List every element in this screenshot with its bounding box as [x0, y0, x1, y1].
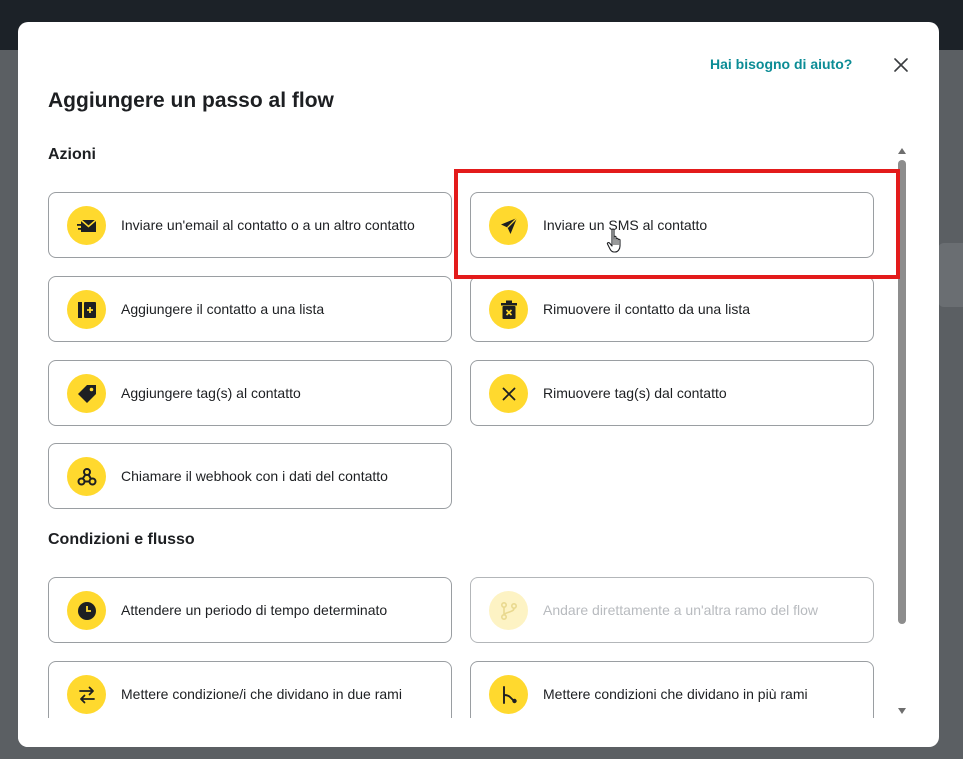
x-icon — [489, 374, 528, 413]
scrollbar-thumb[interactable] — [898, 160, 906, 624]
section-title-actions: Azioni — [48, 146, 96, 163]
step-card-label: Mettere condizione/i che dividano in due… — [121, 686, 402, 702]
close-button[interactable] — [890, 54, 912, 76]
step-card-label: Rimuovere tag(s) dal contatto — [543, 385, 727, 401]
tag-icon — [67, 374, 106, 413]
step-card-add-to-list[interactable]: Aggiungere il contatto a una lista — [48, 276, 452, 342]
email-send-icon — [67, 206, 106, 245]
step-card-label: Aggiungere il contatto a una lista — [121, 301, 325, 317]
scrollbar[interactable] — [895, 148, 909, 714]
webhook-icon — [67, 457, 106, 496]
multi-branch-icon — [489, 675, 528, 714]
modal-bottom-padding — [18, 718, 898, 747]
step-card-label: Inviare un'email al contatto o a un altr… — [121, 217, 415, 233]
step-card-send-email[interactable]: Inviare un'email al contatto o a un altr… — [48, 192, 452, 258]
section-title-conditions: Condizioni e flusso — [48, 531, 195, 548]
step-card-label: Rimuovere il contatto da una lista — [543, 301, 750, 317]
paper-plane-icon — [489, 206, 528, 245]
add-to-list-icon — [67, 290, 106, 329]
step-card-add-tags[interactable]: Aggiungere tag(s) al contatto — [48, 360, 452, 426]
close-icon — [894, 58, 908, 72]
step-card-label: Mettere condizioni che dividano in più r… — [543, 686, 808, 702]
step-card-send-sms[interactable]: Inviare un SMS al contatto — [470, 192, 874, 258]
remove-from-list-icon — [489, 290, 528, 329]
step-card-wait[interactable]: Attendere un periodo di tempo determinat… — [48, 577, 452, 643]
branch-jump-icon — [489, 591, 528, 630]
step-card-label: Aggiungere tag(s) al contatto — [121, 385, 301, 401]
step-card-label: Attendere un periodo di tempo determinat… — [121, 602, 388, 618]
step-card-go-to-branch: Andare direttamente a un'altra ramo del … — [470, 577, 874, 643]
step-card-webhook[interactable]: Chiamare il webhook con i dati del conta… — [48, 443, 452, 509]
modal-title: Aggiungere un passo al flow — [48, 89, 334, 112]
step-card-label: Inviare un SMS al contatto — [543, 217, 708, 233]
add-step-modal: Hai bisogno di aiuto? Aggiungere un pass… — [18, 22, 939, 747]
scroll-down-arrow-icon[interactable] — [898, 708, 906, 714]
scroll-up-arrow-icon[interactable] — [898, 148, 906, 154]
help-link[interactable]: Hai bisogno di aiuto? — [710, 56, 852, 72]
split-arrows-icon — [67, 675, 106, 714]
background-panel — [938, 243, 963, 307]
step-card-label: Chiamare il webhook con i dati del conta… — [121, 468, 388, 484]
step-card-remove-tags[interactable]: Rimuovere tag(s) dal contatto — [470, 360, 874, 426]
step-card-label: Andare direttamente a un'altra ramo del … — [543, 602, 819, 618]
clock-icon — [67, 591, 106, 630]
step-card-remove-from-list[interactable]: Rimuovere il contatto da una lista — [470, 276, 874, 342]
